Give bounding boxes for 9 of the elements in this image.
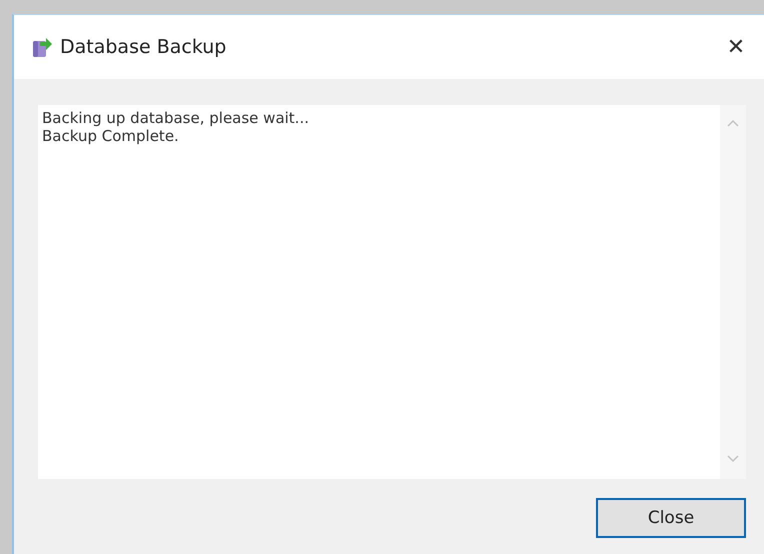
scroll-up-icon[interactable] bbox=[727, 119, 739, 127]
close-button[interactable]: ✕ bbox=[708, 27, 764, 67]
log-line: Backup Complete. bbox=[42, 127, 180, 145]
scroll-down-icon[interactable] bbox=[727, 455, 739, 463]
log-text-area[interactable]: Backing up database, please wait... Backup Complete. bbox=[38, 105, 746, 479]
log-line: Backing up database, please wait... bbox=[42, 109, 310, 127]
window-title: Database Backup bbox=[60, 36, 228, 58]
close-dialog-button[interactable]: Close bbox=[596, 498, 746, 538]
database-icon bbox=[32, 36, 52, 58]
